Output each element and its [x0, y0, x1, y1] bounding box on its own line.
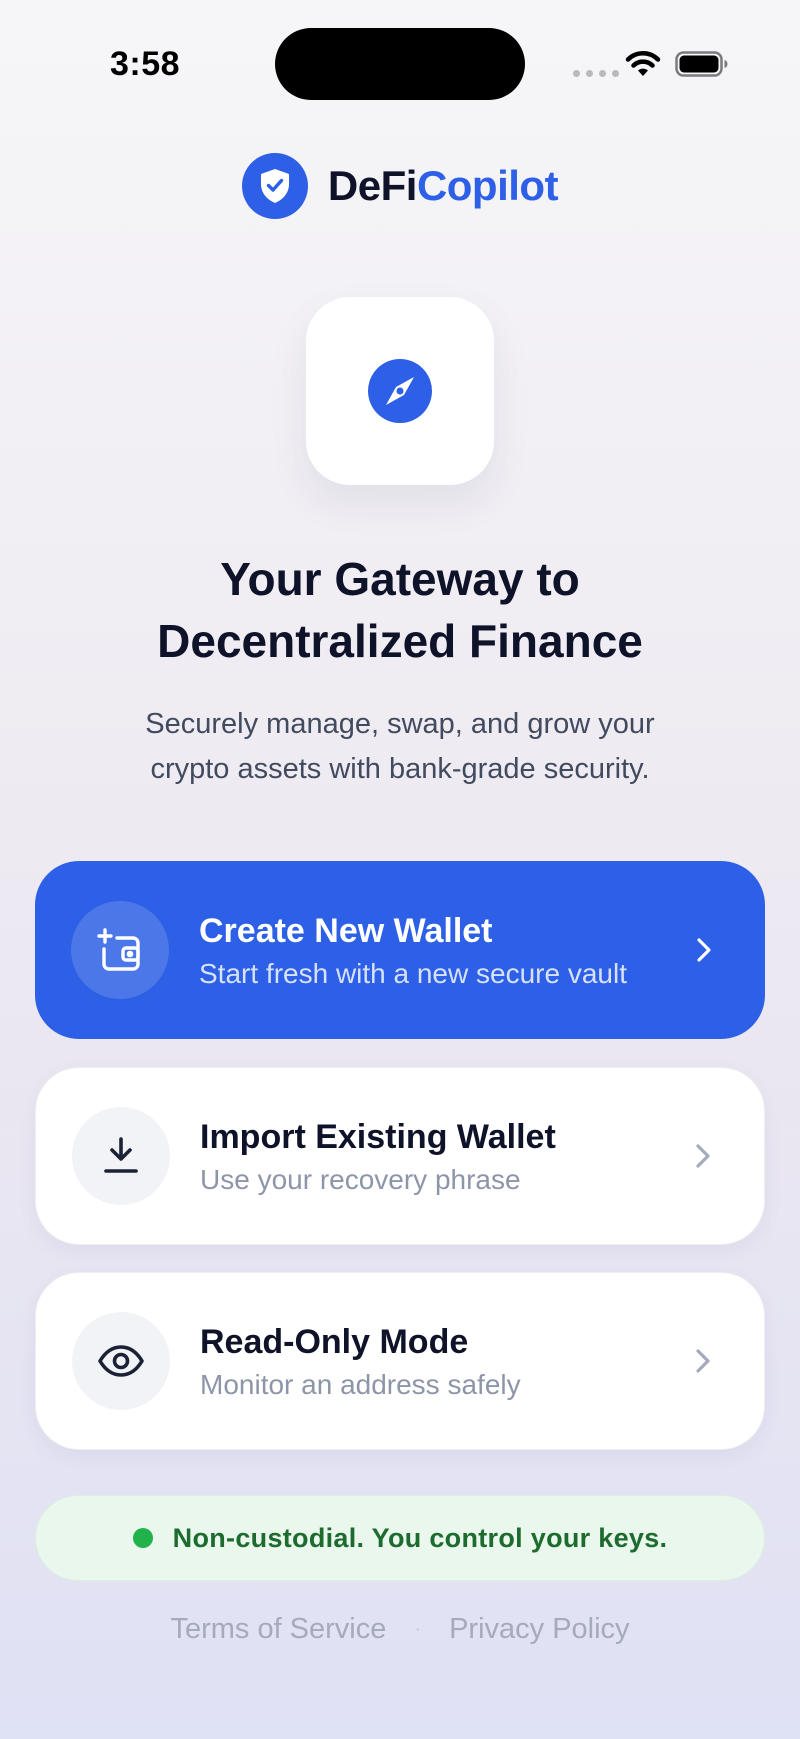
brand-header: DeFiCopilot	[0, 153, 800, 219]
read-only-subtitle: Monitor an address safely	[200, 1368, 521, 1400]
compass-icon	[368, 359, 432, 423]
hero-headline-line1: Your Gateway to	[220, 553, 580, 605]
status-dot-icon	[132, 1528, 153, 1548]
status-bar: 3:58	[0, 0, 800, 130]
battery-icon	[675, 51, 728, 77]
cellular-signal-icon	[573, 70, 619, 77]
create-wallet-subtitle: Start fresh with a new secure vault	[199, 957, 627, 989]
app-name: DeFiCopilot	[327, 162, 559, 210]
wallet-add-icon	[71, 901, 169, 999]
footer-links: Terms of Service · Privacy Policy	[0, 1613, 800, 1646]
import-wallet-title: Import Existing Wallet	[200, 1117, 556, 1156]
chevron-right-icon	[689, 937, 719, 963]
security-note-text: Non-custodial. You control your keys.	[172, 1522, 668, 1553]
status-time: 3:58	[110, 45, 181, 83]
create-wallet-button[interactable]: Create New Wallet Start fresh with a new…	[35, 861, 765, 1039]
footer-separator: ·	[414, 1618, 422, 1640]
hero-icon-tile	[306, 297, 494, 485]
hero-headline-line2: Decentralized Finance	[157, 615, 643, 667]
chevron-right-icon	[688, 1143, 718, 1169]
download-icon	[72, 1107, 170, 1205]
import-wallet-button[interactable]: Import Existing Wallet Use your recovery…	[35, 1067, 765, 1245]
terms-of-service-link[interactable]: Terms of Service	[170, 1613, 386, 1646]
hero-subtitle: Securely manage, swap, and grow your cry…	[0, 702, 800, 792]
privacy-policy-link[interactable]: Privacy Policy	[449, 1613, 630, 1646]
read-only-title: Read-Only Mode	[200, 1322, 469, 1361]
security-note-badge: Non-custodial. You control your keys.	[35, 1495, 765, 1581]
hero-headline: Your Gateway to Decentralized Finance	[0, 548, 800, 672]
hero-subtitle-line2: crypto assets with bank-grade security.	[150, 753, 650, 785]
create-wallet-title: Create New Wallet	[199, 911, 493, 950]
app-name-part1: DeFi	[327, 162, 418, 209]
chevron-right-icon	[688, 1348, 718, 1374]
hero-subtitle-line1: Securely manage, swap, and grow your	[145, 708, 655, 740]
read-only-mode-button[interactable]: Read-Only Mode Monitor an address safely	[35, 1272, 765, 1450]
shield-check-icon	[241, 153, 308, 219]
wifi-icon	[625, 51, 661, 76]
import-wallet-subtitle: Use your recovery phrase	[200, 1163, 521, 1195]
app-name-part2: Copilot	[416, 162, 559, 209]
eye-icon	[72, 1312, 170, 1410]
dynamic-island	[275, 28, 525, 100]
